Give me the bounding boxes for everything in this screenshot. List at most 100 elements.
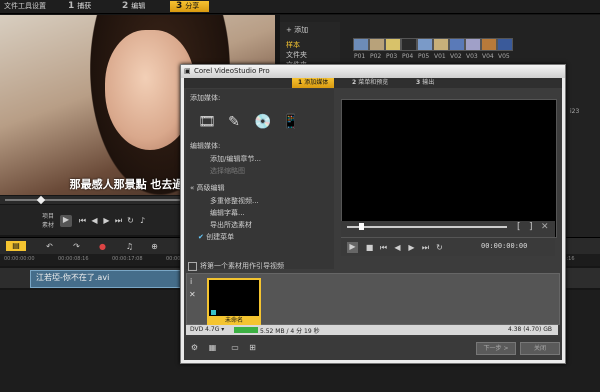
- disc-type-select[interactable]: DVD 4.7G ▾: [190, 326, 224, 333]
- chip-icon[interactable]: ⊞: [248, 343, 257, 352]
- step-edit[interactable]: 2 编辑: [122, 1, 145, 12]
- dialog-playback-controls: ▶ ■ ⏮ ◀ ▶ ⏭ ↻ 00:00:00:00: [341, 238, 555, 256]
- cut-icon[interactable]: ✕: [541, 222, 549, 232]
- zoom-icon[interactable]: ⊕: [150, 242, 159, 251]
- mark-out-icon[interactable]: ]: [529, 222, 533, 232]
- dialog-repeat-icon[interactable]: ↻: [435, 243, 444, 252]
- library-thumbnail[interactable]: [449, 38, 465, 51]
- menu-settings[interactable]: 设置: [32, 1, 46, 11]
- menu-file[interactable]: 文件: [4, 1, 18, 11]
- dialog-play-icon[interactable]: ▶: [347, 242, 358, 253]
- clip-label: 江若埡-你不在了.avi: [36, 273, 110, 282]
- mark-in-icon[interactable]: [: [517, 222, 521, 232]
- disc-usage-bar: DVD 4.7G ▾ 5.52 MB / 4 分 19 秒 4.38 (4.70…: [186, 325, 558, 335]
- library-thumbnail[interactable]: [465, 38, 481, 51]
- advanced-edit-toggle[interactable]: « 高级编辑: [190, 183, 225, 193]
- dialog-stop-icon[interactable]: ■: [365, 243, 374, 252]
- select-thumbnail-option[interactable]: 选择缩略图: [210, 166, 245, 176]
- clip-thumbnail[interactable]: [207, 278, 261, 319]
- multi-trim-option[interactable]: 多重修整视频...: [210, 196, 259, 206]
- clip-mode-label[interactable]: 素材: [42, 220, 54, 229]
- dialog-preview-screen: [341, 99, 557, 238]
- dialog-footer: ⚙ ▦ ▭ ⊞ 下一步 > 关闭: [184, 337, 562, 360]
- info-icon[interactable]: i: [190, 277, 192, 286]
- library-thumbnail[interactable]: [497, 38, 513, 51]
- library-thumbnail[interactable]: [369, 38, 385, 51]
- start-icon[interactable]: ⏮: [78, 216, 87, 225]
- add-media-heading: 添加媒体:: [190, 94, 221, 102]
- tab-menu-preview[interactable]: 2 菜单和预览: [352, 78, 388, 88]
- project-mode-label[interactable]: 项目: [42, 211, 54, 220]
- storyboard-view-icon[interactable]: ▤: [6, 241, 26, 251]
- library-thumbnail-label: i23: [570, 108, 580, 115]
- repeat-icon[interactable]: ↻: [126, 216, 135, 225]
- library-thumbnail-label: V03: [466, 53, 478, 60]
- library-thumbnail-label: P05: [418, 53, 430, 60]
- trim-handle[interactable]: [359, 223, 364, 230]
- volume-icon[interactable]: ♪: [138, 216, 147, 225]
- disc-capacity-text: 4.38 (4.70) GB: [508, 326, 552, 333]
- dialog-timecode: 00:00:00:00: [481, 242, 528, 250]
- project-settings-icon[interactable]: ▦: [208, 343, 217, 352]
- dialog-title: Corel VideoStudio Pro: [194, 67, 270, 75]
- disc-usage-fill: [234, 327, 258, 333]
- library-thumbnail[interactable]: [433, 38, 449, 51]
- step-share[interactable]: 3 分享: [170, 1, 210, 12]
- disc-usage-text: 5.52 MB / 4 分 19 秒: [260, 328, 320, 335]
- sidebar-item-samples[interactable]: 样本: [286, 40, 300, 50]
- dialog-app-icon: ▣: [184, 67, 191, 75]
- edit-subtitle-option[interactable]: 编辑字幕...: [210, 208, 245, 218]
- tab-output[interactable]: 3 输出: [416, 78, 434, 88]
- add-mobile-icon[interactable]: 📱: [282, 114, 299, 130]
- play-icon[interactable]: ▶: [60, 215, 72, 227]
- end-icon[interactable]: ⏭: [114, 216, 123, 225]
- undo-icon[interactable]: ↶: [45, 242, 54, 251]
- media-options-panel: 添加媒体: 🎞 ✎ 💿 📱 编辑媒体: 添加/编辑章节... 选择缩略图 « 高…: [186, 89, 334, 269]
- dialog-next-icon[interactable]: ▶: [407, 243, 416, 252]
- scrubber-handle[interactable]: [36, 195, 46, 205]
- create-menu-checkbox[interactable]: ✔ 创建菜单: [198, 232, 234, 242]
- add-vr-icon[interactable]: ✎: [226, 114, 242, 130]
- library-thumbnail-label: P04: [402, 53, 414, 60]
- library-thumbnail[interactable]: [481, 38, 497, 51]
- add-disc-icon[interactable]: 💿: [254, 114, 271, 130]
- ruler-tick-label: 00:00:08:16: [58, 256, 89, 262]
- settings-icon[interactable]: ⚙: [190, 343, 199, 352]
- dialog-end-icon[interactable]: ⏭: [421, 243, 430, 252]
- next-frame-icon[interactable]: ▶: [102, 216, 111, 225]
- tab-add-media[interactable]: 1 添加媒体: [292, 78, 335, 88]
- prev-frame-icon[interactable]: ◀: [90, 216, 99, 225]
- redo-icon[interactable]: ↷: [72, 242, 81, 251]
- library-thumbnail-label: P03: [386, 53, 398, 60]
- add-edit-chapter-option[interactable]: 添加/编辑章节...: [210, 154, 261, 164]
- library-thumbnail-label: P01: [354, 53, 366, 60]
- library-thumbnail[interactable]: [401, 38, 417, 51]
- dvd-icon[interactable]: ▭: [228, 343, 242, 352]
- dialog-title-bar[interactable]: ▣ Corel VideoStudio Pro: [181, 65, 565, 78]
- step-capture[interactable]: 1 捕获: [68, 1, 91, 12]
- export-selected-option[interactable]: 导出所选素材: [210, 220, 252, 230]
- record-icon[interactable]: ●: [98, 242, 107, 251]
- first-clip-checkbox[interactable]: [188, 262, 197, 271]
- dialog-tabs: 1 添加媒体 2 菜单和预览 3 输出: [184, 78, 562, 88]
- first-clip-option[interactable]: 将第一个素材用作引导视频: [186, 260, 556, 272]
- dialog-prev-icon[interactable]: ◀: [393, 243, 402, 252]
- library-thumbnail-label: V05: [498, 53, 510, 60]
- dialog-start-icon[interactable]: ⏮: [379, 243, 388, 252]
- audio-mixer-icon[interactable]: ♫: [125, 242, 134, 251]
- close-button[interactable]: 关闭: [520, 342, 560, 355]
- top-menu-bar: 文件 工具 设置 1 捕获 2 编辑 3 分享: [0, 0, 600, 14]
- add-folder-button[interactable]: + 添加: [286, 25, 308, 35]
- library-thumbnail[interactable]: [353, 38, 369, 51]
- next-button[interactable]: 下一步 >: [476, 342, 516, 355]
- delete-clip-icon[interactable]: ✕: [189, 290, 196, 299]
- library-thumbnail-label: V02: [450, 53, 462, 60]
- library-thumbnail[interactable]: [417, 38, 433, 51]
- ruler-tick-label: 00:00:00:00: [4, 256, 35, 262]
- dialog-trim-slider[interactable]: [ ] ✕: [341, 221, 555, 237]
- ruler-tick-label: 00:00:17:08: [112, 256, 143, 262]
- add-video-icon[interactable]: 🎞: [198, 114, 216, 130]
- menu-tools[interactable]: 工具: [18, 1, 32, 11]
- sidebar-item-folder[interactable]: 文件夹: [286, 50, 307, 60]
- library-thumbnail[interactable]: [385, 38, 401, 51]
